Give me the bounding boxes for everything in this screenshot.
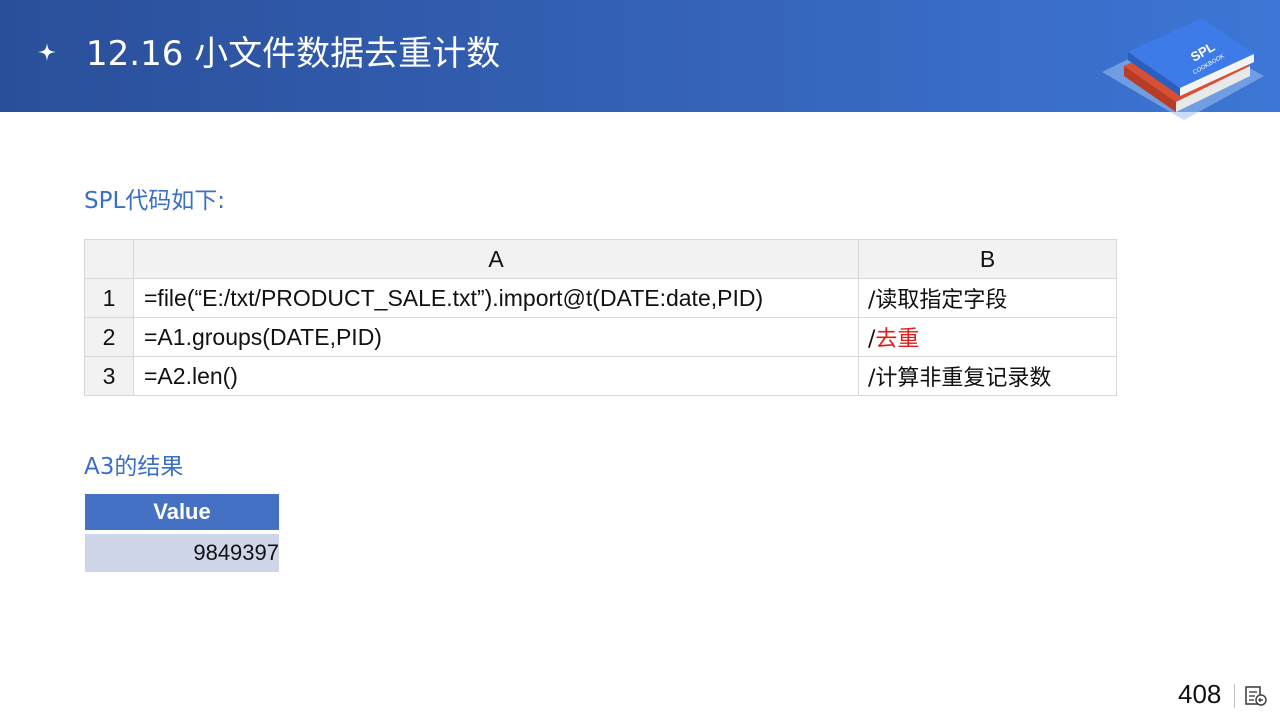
slide-navigation-icon[interactable] xyxy=(1244,685,1268,707)
page-number: 408 xyxy=(1178,679,1222,709)
comment-cell: /去重 xyxy=(858,317,1117,357)
result-column-header: Value xyxy=(85,494,279,530)
code-cell: =file(“E:/txt/PRODUCT_SALE.txt”).import@… xyxy=(133,278,859,318)
slide: 12.16 小文件数据去重计数 SPL COOKBOOK SPL代码如下: A … xyxy=(0,0,1280,720)
spl-code-grid: A B 1 =file(“E:/txt/PRODUCT_SALE.txt”).i… xyxy=(84,239,1117,396)
row-number: 3 xyxy=(84,356,134,396)
row-number: 1 xyxy=(84,278,134,318)
result-value: 9849397 xyxy=(85,534,279,572)
column-header-b: B xyxy=(858,239,1117,279)
code-cell: =A1.groups(DATE,PID) xyxy=(133,317,859,357)
code-cell: =A2.len() xyxy=(133,356,859,396)
four-point-star-icon xyxy=(38,43,56,61)
result-row: 9849397 xyxy=(85,534,279,572)
grid-row: 1 =file(“E:/txt/PRODUCT_SALE.txt”).impor… xyxy=(84,278,1117,318)
spl-cookbook-books-icon: SPL COOKBOOK xyxy=(1102,18,1264,120)
column-header-a: A xyxy=(133,239,859,279)
grid-header-row: A B xyxy=(84,239,1117,279)
comment-text: 计算非重复记录数 xyxy=(875,366,1052,391)
header-banner: 12.16 小文件数据去重计数 SPL COOKBOOK xyxy=(0,0,1280,120)
row-number: 2 xyxy=(84,317,134,357)
comment-text: 读取指定字段 xyxy=(875,288,1008,313)
result-header-row: Value xyxy=(85,494,279,530)
result-section-label: A3的结果 xyxy=(84,454,184,480)
comment-cell: /计算非重复记录数 xyxy=(858,356,1117,396)
comment-text-highlighted: 去重 xyxy=(875,327,920,352)
result-table: Value 9849397 xyxy=(85,494,279,572)
footer-divider xyxy=(1234,684,1235,708)
grid-corner-cell xyxy=(84,239,134,279)
page-title: 12.16 小文件数据去重计数 xyxy=(86,34,501,74)
comment-cell: /读取指定字段 xyxy=(858,278,1117,318)
grid-row: 2 =A1.groups(DATE,PID) /去重 xyxy=(84,317,1117,357)
code-section-label: SPL代码如下: xyxy=(84,188,226,214)
grid-row: 3 =A2.len() /计算非重复记录数 xyxy=(84,356,1117,396)
